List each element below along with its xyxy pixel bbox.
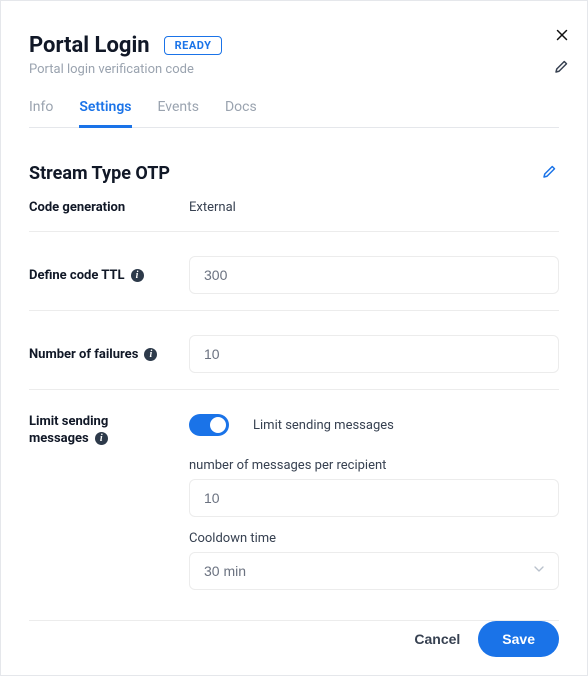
cooldown-select[interactable] <box>189 552 559 590</box>
ttl-input[interactable] <box>189 256 559 294</box>
info-icon[interactable]: i <box>95 432 108 445</box>
save-button[interactable]: Save <box>478 621 559 657</box>
page-title: Portal Login <box>29 33 150 58</box>
divider <box>29 389 559 390</box>
tab-bar: Info Settings Events Docs <box>29 95 559 128</box>
code-generation-value: External <box>189 200 559 215</box>
close-icon[interactable] <box>553 25 571 49</box>
limit-label: Limit sending <box>29 414 108 429</box>
pencil-icon[interactable] <box>541 162 559 184</box>
tab-info[interactable]: Info <box>29 95 53 127</box>
tab-settings[interactable]: Settings <box>79 95 131 128</box>
page-subtitle: Portal login verification code <box>29 62 559 77</box>
pencil-icon[interactable] <box>553 57 571 79</box>
limit-toggle[interactable] <box>189 414 229 436</box>
per-recipient-label: number of messages per recipient <box>189 458 559 473</box>
cancel-button[interactable]: Cancel <box>414 631 460 647</box>
status-badge: READY <box>164 36 223 55</box>
failures-label: Number of failures <box>29 347 138 362</box>
divider <box>29 231 559 232</box>
limit-toggle-label: Limit sending messages <box>253 418 394 433</box>
limit-label: messages <box>29 431 89 446</box>
divider <box>29 310 559 311</box>
tab-docs[interactable]: Docs <box>225 95 257 127</box>
per-recipient-input[interactable] <box>189 479 559 517</box>
section-title: Stream Type OTP <box>29 163 170 184</box>
tab-events[interactable]: Events <box>158 95 199 127</box>
ttl-label: Define code TTL <box>29 268 125 283</box>
failures-input[interactable] <box>189 335 559 373</box>
info-icon[interactable]: i <box>144 348 157 361</box>
cooldown-label: Cooldown time <box>189 531 559 546</box>
code-generation-label: Code generation <box>29 200 189 215</box>
info-icon[interactable]: i <box>131 269 144 282</box>
